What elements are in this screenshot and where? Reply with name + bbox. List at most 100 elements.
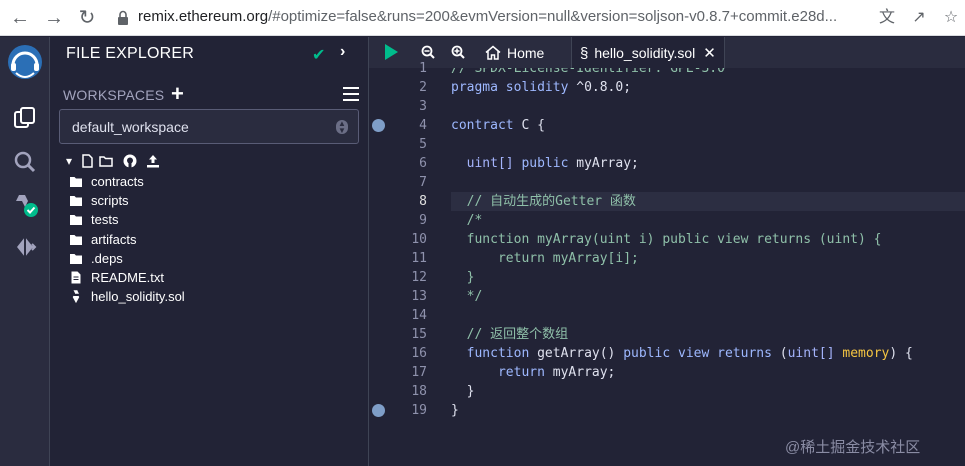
line-number: 16 xyxy=(411,346,427,361)
checkmark-icon: ✔ xyxy=(312,47,326,64)
file-tree-item-label: scripts xyxy=(91,193,129,209)
code-line-9: /* xyxy=(466,213,483,228)
code-line-16: function getArray() public view returns … xyxy=(466,346,913,361)
folder-icon xyxy=(70,234,82,245)
workspace-selected-value: default_workspace xyxy=(72,119,189,135)
icon-panel xyxy=(0,37,50,466)
remix-logo-icon[interactable] xyxy=(6,43,44,81)
lock-icon[interactable] xyxy=(117,10,129,26)
code-line-10: function myArray(uint i) public view ret… xyxy=(466,232,882,247)
url-host: remix.ethereum.org xyxy=(138,8,269,25)
line-number: 12 xyxy=(411,270,427,285)
code-line-13: */ xyxy=(466,289,483,304)
bookmark-star-icon[interactable]: ☆ xyxy=(939,6,963,30)
watermark-text: @稀土掘金技术社区 xyxy=(785,439,921,456)
upload-icon[interactable] xyxy=(146,154,160,168)
code-line-18: } xyxy=(451,384,475,399)
file-tree-item-label: hello_solidity.sol xyxy=(91,289,185,305)
file-tree-item-label: artifacts xyxy=(91,231,137,247)
code-line-2: pragma solidity ^0.8.0; xyxy=(451,80,632,95)
file-tree: contracts scripts tests artifacts .deps READM… xyxy=(69,172,185,306)
chevron-right-icon[interactable]: › xyxy=(340,43,345,61)
code-line-4: contract C { xyxy=(451,118,545,133)
home-icon xyxy=(485,45,501,60)
tab-hello-solidity[interactable]: § hello_solidity.sol ✕ xyxy=(571,37,725,69)
code-line-17: return myArray; xyxy=(497,365,616,380)
folder-icon xyxy=(70,253,82,264)
file-tree-item[interactable]: tests xyxy=(69,210,185,229)
folder-icon xyxy=(70,215,82,226)
new-folder-icon[interactable] xyxy=(99,154,113,168)
zoom-in-icon[interactable] xyxy=(451,45,465,59)
workspaces-label: WORKSPACES xyxy=(63,87,165,103)
tab-home[interactable]: Home xyxy=(485,37,544,68)
share-icon[interactable]: ↗ xyxy=(907,6,931,30)
line-number: 18 xyxy=(411,384,427,399)
forward-arrow-icon[interactable]: → xyxy=(42,6,66,30)
line-number: 10 xyxy=(411,232,427,247)
file-tree-item[interactable]: .deps xyxy=(69,249,185,268)
address-bar[interactable]: remix.ethereum.org/#optimize=false&runs=… xyxy=(138,8,837,25)
file-tree-item-label: .deps xyxy=(91,250,123,266)
select-arrows-icon: ▲ ▼ xyxy=(336,120,348,135)
close-tab-icon[interactable]: ✕ xyxy=(703,44,716,62)
browser-chrome: ← → ↻ remix.ethereum.org/#optimize=false… xyxy=(0,0,965,36)
file-tree-item-label: tests xyxy=(91,212,119,228)
code-line-8: // 自动生成的Getter 函数 xyxy=(466,194,636,209)
code-line-12: } xyxy=(466,270,475,285)
translate-icon[interactable]: 文 xyxy=(875,6,899,30)
code-editor[interactable]: // SPDX-License-Identifier: GPL-3.0 prag… xyxy=(451,68,965,466)
line-number: 6 xyxy=(419,156,427,171)
breakpoint-marker[interactable] xyxy=(372,404,385,417)
code-line-1: // SPDX-License-Identifier: GPL-3.0 xyxy=(451,68,725,76)
line-number: 14 xyxy=(411,308,427,323)
workspace-select[interactable]: default_workspace ▲ ▼ xyxy=(59,109,359,144)
code-line-15: // 返回整个数组 xyxy=(466,327,569,342)
file-tree-item[interactable]: README.txt xyxy=(69,268,185,287)
line-number-gutter: 1 2 3 4 5 6 7 8 9 10 11 12 13 14 15 16 17 18 19 xyxy=(369,61,451,466)
file-tree-item-label: contracts xyxy=(91,174,144,190)
breakpoint-marker[interactable] xyxy=(372,119,385,132)
file-explorer-icon[interactable] xyxy=(11,104,39,132)
back-arrow-icon[interactable]: ← xyxy=(8,6,32,30)
tab-file-label: hello_solidity.sol xyxy=(594,45,696,61)
search-icon[interactable] xyxy=(11,148,39,176)
workspace-menu-icon[interactable] xyxy=(343,87,359,101)
url-path: /#optimize=false&runs=200&evmVersion=nul… xyxy=(268,8,838,25)
solidity-file-icon: § xyxy=(580,44,589,62)
panel-title: FILE EXPLORER xyxy=(66,45,194,62)
line-number: 5 xyxy=(419,137,427,152)
line-number: 3 xyxy=(419,99,427,114)
file-tree-item[interactable]: contracts xyxy=(69,172,185,191)
line-number: 8 xyxy=(419,194,427,209)
reload-icon[interactable]: ↻ xyxy=(75,6,99,30)
line-number: 7 xyxy=(419,175,427,190)
line-number: 17 xyxy=(411,365,427,380)
folder-icon xyxy=(70,196,82,207)
deploy-run-icon[interactable] xyxy=(11,233,39,261)
run-play-icon[interactable] xyxy=(385,44,398,60)
add-workspace-button[interactable]: + xyxy=(171,81,184,107)
code-line-6: uint[] public myArray; xyxy=(466,156,639,171)
line-number: 11 xyxy=(411,251,427,266)
tab-home-label: Home xyxy=(507,44,545,61)
code-line-19: } xyxy=(451,403,459,418)
file-tree-item-label: README.txt xyxy=(91,270,164,286)
code-line-11: return myArray[i]; xyxy=(466,251,639,266)
zoom-out-icon[interactable] xyxy=(421,45,435,59)
file-explorer-panel: FILE EXPLORER ✔ › WORKSPACES + default_w… xyxy=(50,37,369,466)
solidity-compiler-icon[interactable] xyxy=(11,191,39,219)
line-number: 1 xyxy=(419,61,427,76)
new-file-icon[interactable] xyxy=(80,154,94,168)
file-text-icon xyxy=(71,271,81,284)
editor-panel: Home § hello_solidity.sol ✕ 1 2 3 4 5 6 7 8 9 10 1… xyxy=(369,37,965,466)
folder-icon xyxy=(70,177,82,188)
line-number: 2 xyxy=(419,80,427,95)
github-icon[interactable] xyxy=(123,154,137,168)
solidity-file-icon xyxy=(72,290,80,304)
caret-down-icon[interactable]: ▾ xyxy=(62,154,76,168)
file-tree-item[interactable]: artifacts xyxy=(69,230,185,249)
file-tree-item[interactable]: scripts xyxy=(69,191,185,210)
editor-tab-bar: Home § hello_solidity.sol ✕ xyxy=(369,37,965,69)
file-tree-item[interactable]: hello_solidity.sol xyxy=(69,287,185,306)
